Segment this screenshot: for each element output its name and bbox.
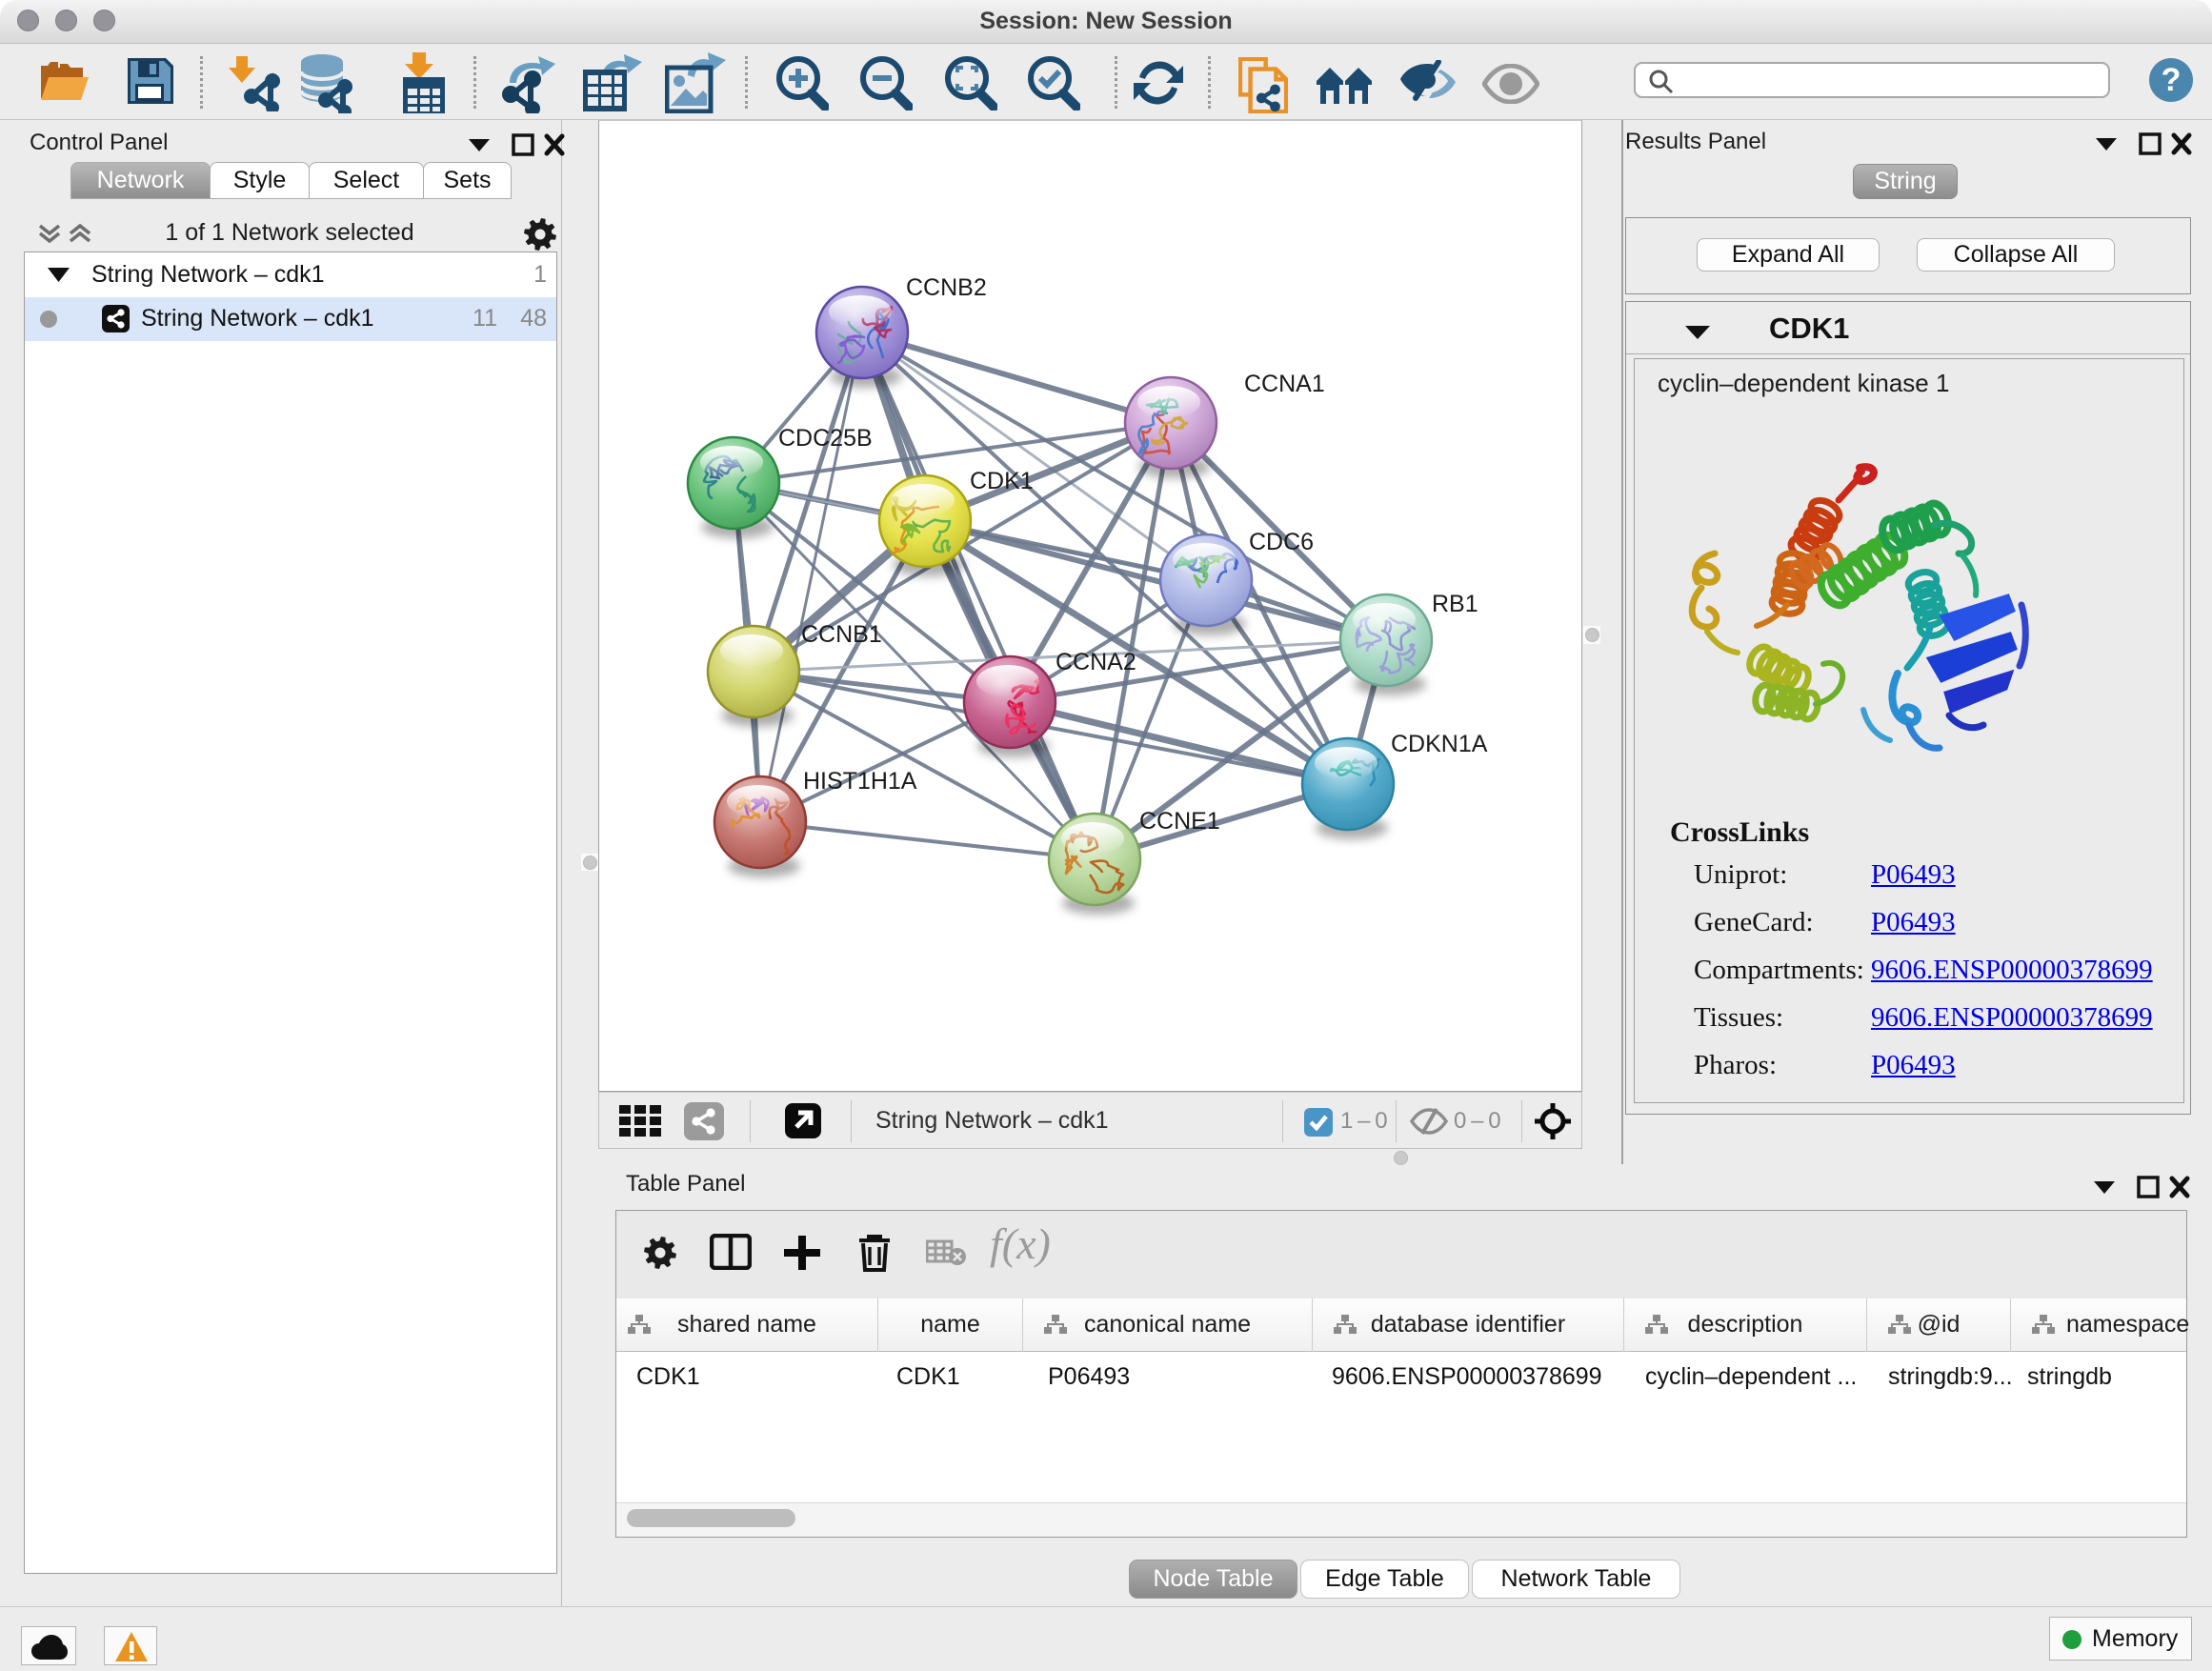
svg-text:CDKN1A: CDKN1A: [1391, 731, 1488, 757]
svg-text:CDC25B: CDC25B: [778, 425, 873, 452]
svg-text:CCNE1: CCNE1: [1139, 808, 1220, 835]
svg-text:CCNB2: CCNB2: [906, 274, 987, 301]
svg-text:CCNA1: CCNA1: [1244, 371, 1325, 397]
svg-text:CCNA2: CCNA2: [1056, 649, 1136, 675]
svg-text:CDK1: CDK1: [970, 468, 1034, 494]
svg-text:RB1: RB1: [1432, 591, 1478, 617]
svg-text:CDC6: CDC6: [1249, 529, 1314, 555]
svg-text:?: ?: [2162, 62, 2182, 98]
svg-text:HIST1H1A: HIST1H1A: [803, 768, 917, 795]
svg-text:CCNB1: CCNB1: [801, 621, 882, 648]
